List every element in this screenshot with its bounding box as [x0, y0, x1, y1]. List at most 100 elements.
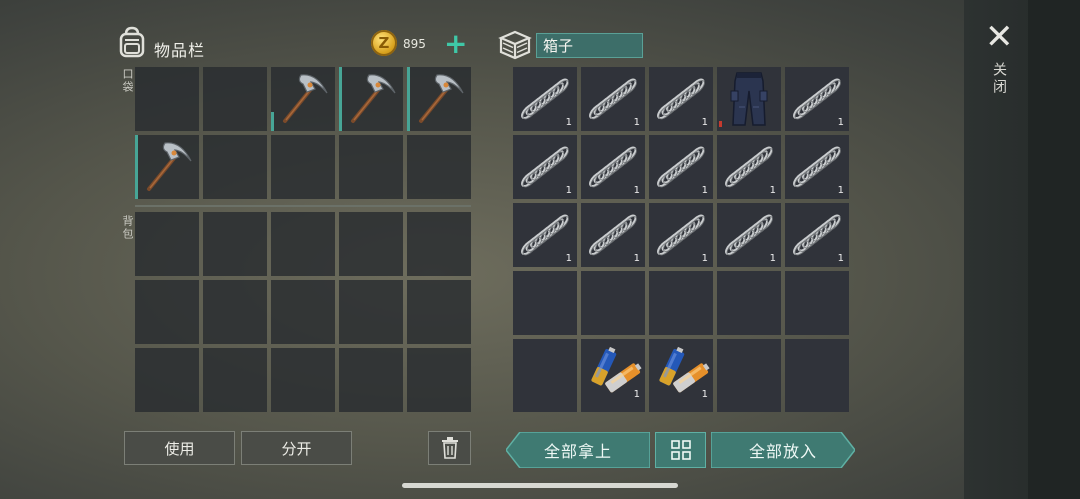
- box-slot[interactable]: [785, 339, 849, 403]
- take-all-button[interactable]: 全部拿上: [506, 432, 650, 468]
- trash-button[interactable]: [428, 431, 471, 465]
- backpack-slot[interactable]: [271, 212, 335, 276]
- grid-icon: [670, 440, 691, 460]
- backpack-slot[interactable]: [407, 348, 471, 412]
- box-slot[interactable]: [581, 271, 645, 335]
- backpack-slot[interactable]: [203, 280, 267, 344]
- box-slot[interactable]: 1: [581, 135, 645, 199]
- pickaxe-icon: [419, 74, 464, 123]
- box-slot[interactable]: [649, 271, 713, 335]
- pocket-slot[interactable]: [203, 135, 267, 199]
- pocket-slot[interactable]: [407, 67, 471, 131]
- box-slot[interactable]: 1: [649, 339, 713, 403]
- box-slot[interactable]: [717, 271, 781, 335]
- box-slot[interactable]: 1: [513, 203, 577, 267]
- backpack-slot[interactable]: [339, 280, 403, 344]
- pocket-slot[interactable]: [135, 135, 199, 199]
- item-count: 1: [633, 117, 640, 128]
- box-slot-partial: [785, 401, 849, 412]
- backpack-slot[interactable]: [339, 348, 403, 412]
- box-slot[interactable]: 1: [717, 135, 781, 199]
- pickaxe-icon: [283, 74, 328, 123]
- box-slot[interactable]: [717, 67, 781, 131]
- backpack-slot[interactable]: [203, 212, 267, 276]
- durability-bar: [339, 67, 342, 131]
- right-panel: [964, 0, 1080, 499]
- split-button[interactable]: 分开: [241, 431, 352, 465]
- coin-count: 895: [403, 37, 426, 51]
- item-count: 1: [701, 389, 708, 400]
- box-slot[interactable]: 1: [581, 67, 645, 131]
- box-slot[interactable]: 1: [649, 203, 713, 267]
- box-slot[interactable]: [717, 339, 781, 403]
- box-slot-partial: [649, 401, 713, 412]
- backpack-slot[interactable]: [339, 212, 403, 276]
- section-divider: [135, 205, 471, 207]
- crate-icon: [497, 28, 533, 64]
- box-slot[interactable]: 1: [717, 203, 781, 267]
- pocket-label: 口袋: [121, 68, 134, 94]
- item-count: 1: [837, 185, 844, 196]
- backpack-slot[interactable]: [407, 212, 471, 276]
- box-slot-partial: [581, 401, 645, 412]
- item-count: 1: [701, 117, 708, 128]
- pickaxe-icon: [147, 142, 192, 191]
- durability-bar: [271, 112, 274, 131]
- box-slot[interactable]: 1: [513, 135, 577, 199]
- box-slot[interactable]: [513, 339, 577, 403]
- pocket-slot[interactable]: [271, 135, 335, 199]
- item-count: 1: [565, 185, 572, 196]
- home-indicator: [402, 483, 678, 488]
- box-slot[interactable]: 1: [785, 67, 849, 131]
- box-slot[interactable]: 1: [785, 135, 849, 199]
- backpack-slot[interactable]: [203, 348, 267, 412]
- box-slot-partial: [717, 401, 781, 412]
- coin-symbol: Z: [378, 34, 390, 52]
- put-all-button[interactable]: 全部放入: [711, 432, 855, 468]
- box-slot[interactable]: 1: [649, 135, 713, 199]
- box-slot[interactable]: 1: [581, 339, 645, 403]
- close-label[interactable]: 关闭: [989, 62, 1009, 96]
- durability-bar: [135, 135, 138, 199]
- item-count: 1: [769, 185, 776, 196]
- box-name: 箱子: [536, 33, 643, 58]
- item-count: 1: [565, 117, 572, 128]
- plus-icon[interactable]: +: [444, 30, 467, 58]
- backpack-slot[interactable]: [135, 212, 199, 276]
- item-count: 1: [565, 253, 572, 264]
- sort-button[interactable]: [655, 432, 706, 468]
- put-all-label: 全部放入: [748, 442, 817, 461]
- backpack-slot[interactable]: [135, 280, 199, 344]
- box-slot[interactable]: 1: [581, 203, 645, 267]
- box-slot[interactable]: [513, 271, 577, 335]
- inventory-title: 物品栏: [154, 41, 206, 60]
- item-count: 1: [701, 253, 708, 264]
- pocket-slot[interactable]: [271, 67, 335, 131]
- box-slot[interactable]: 1: [649, 67, 713, 131]
- pocket-slot[interactable]: [135, 67, 199, 131]
- backpack-icon: [118, 26, 146, 62]
- item-count: 1: [633, 185, 640, 196]
- use-button[interactable]: 使用: [124, 431, 235, 465]
- box-slot[interactable]: [785, 271, 849, 335]
- durability-bar: [407, 67, 410, 131]
- item-count: 1: [837, 253, 844, 264]
- coin-icon: Z: [371, 30, 397, 56]
- backpack-slot[interactable]: [407, 280, 471, 344]
- damage-indicator: [719, 121, 722, 127]
- box-slot[interactable]: 1: [785, 203, 849, 267]
- trash-icon: [441, 437, 458, 459]
- pocket-slot[interactable]: [203, 67, 267, 131]
- backpack-slot[interactable]: [271, 280, 335, 344]
- box-slot-partial: [513, 401, 577, 412]
- backpack-slot[interactable]: [135, 348, 199, 412]
- item-count: 1: [769, 253, 776, 264]
- pickaxe-icon: [351, 74, 396, 123]
- pocket-slot[interactable]: [407, 135, 471, 199]
- box-slot[interactable]: 1: [513, 67, 577, 131]
- pocket-slot[interactable]: [339, 135, 403, 199]
- pocket-slot[interactable]: [339, 67, 403, 131]
- backpack-slot[interactable]: [271, 348, 335, 412]
- item-count: 1: [633, 389, 640, 400]
- close-icon[interactable]: ✕: [985, 20, 1014, 54]
